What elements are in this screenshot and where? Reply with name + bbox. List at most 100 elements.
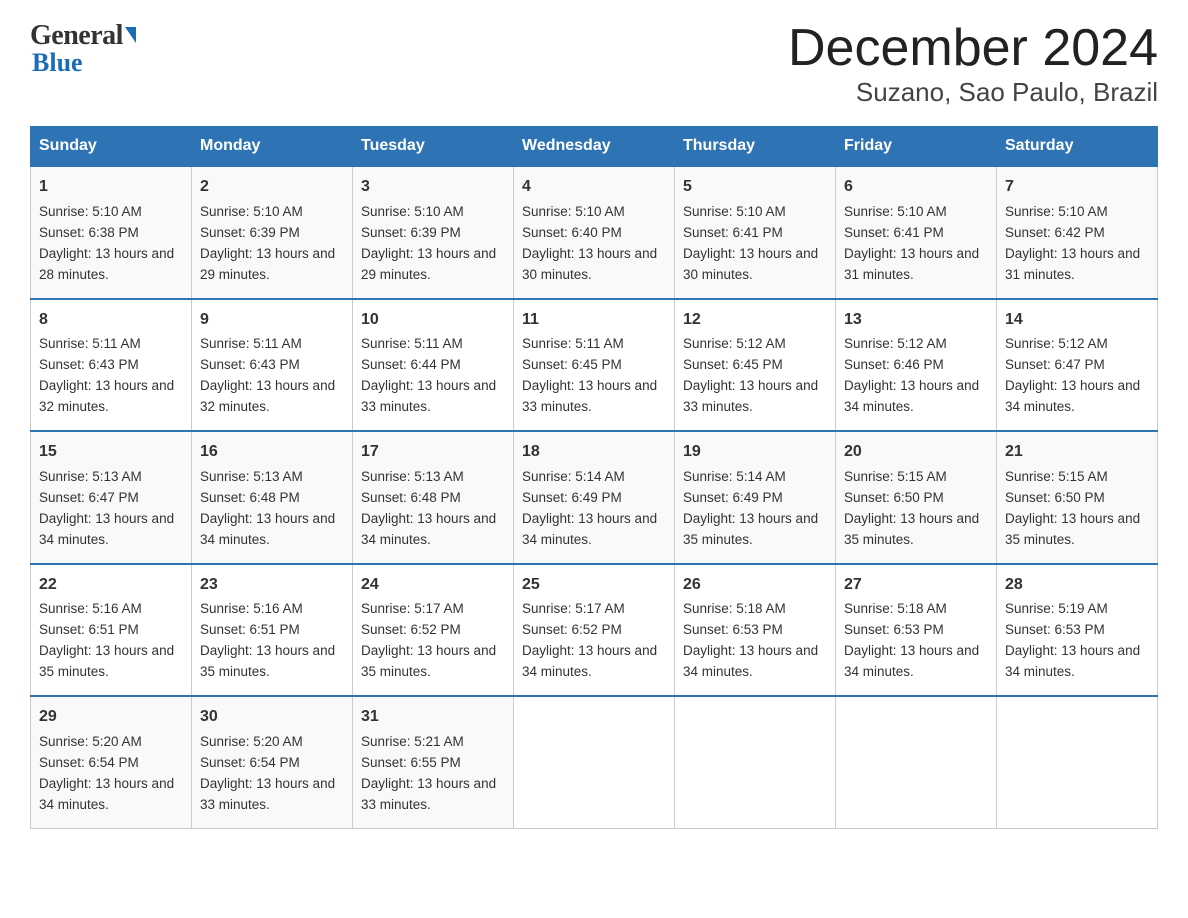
calendar-cell: 8Sunrise: 5:11 AMSunset: 6:43 PMDaylight… bbox=[31, 299, 192, 431]
daylight-text: Daylight: 13 hours and 34 minutes. bbox=[844, 378, 979, 414]
day-number: 30 bbox=[200, 705, 344, 730]
sunrise-text: Sunrise: 5:12 AM bbox=[683, 336, 786, 351]
sunset-text: Sunset: 6:41 PM bbox=[683, 225, 783, 240]
day-number: 11 bbox=[522, 308, 666, 333]
sunset-text: Sunset: 6:40 PM bbox=[522, 225, 622, 240]
header-cell-thursday: Thursday bbox=[675, 127, 836, 167]
sunset-text: Sunset: 6:54 PM bbox=[200, 755, 300, 770]
daylight-text: Daylight: 13 hours and 35 minutes. bbox=[1005, 511, 1140, 547]
calendar-cell: 22Sunrise: 5:16 AMSunset: 6:51 PMDayligh… bbox=[31, 564, 192, 696]
day-number: 27 bbox=[844, 573, 988, 598]
day-number: 23 bbox=[200, 573, 344, 598]
sunrise-text: Sunrise: 5:10 AM bbox=[361, 204, 464, 219]
day-number: 17 bbox=[361, 440, 505, 465]
sunrise-text: Sunrise: 5:17 AM bbox=[522, 601, 625, 616]
calendar-cell: 30 Sunrise: 5:20 AM Sunset: 6:54 PM Dayligh… bbox=[192, 696, 353, 828]
sunrise-text: Sunrise: 5:18 AM bbox=[844, 601, 947, 616]
calendar-subtitle: Suzano, Sao Paulo, Brazil bbox=[788, 77, 1158, 108]
day-number: 21 bbox=[1005, 440, 1149, 465]
calendar-cell: 20Sunrise: 5:15 AMSunset: 6:50 PMDayligh… bbox=[836, 431, 997, 563]
calendar-cell: 27Sunrise: 5:18 AMSunset: 6:53 PMDayligh… bbox=[836, 564, 997, 696]
week-row-3: 15Sunrise: 5:13 AMSunset: 6:47 PMDayligh… bbox=[31, 431, 1158, 563]
day-number: 13 bbox=[844, 308, 988, 333]
calendar-cell bbox=[997, 696, 1158, 828]
logo-blue-text: Blue bbox=[30, 48, 83, 78]
day-number: 16 bbox=[200, 440, 344, 465]
day-number: 24 bbox=[361, 573, 505, 598]
page: General Blue December 2024 Suzano, Sao P… bbox=[0, 0, 1188, 859]
sunrise-text: Sunrise: 5:13 AM bbox=[361, 469, 464, 484]
daylight-text: Daylight: 13 hours and 33 minutes. bbox=[361, 378, 496, 414]
calendar-cell: 3Sunrise: 5:10 AMSunset: 6:39 PMDaylight… bbox=[353, 166, 514, 298]
sunset-text: Sunset: 6:51 PM bbox=[39, 622, 139, 637]
daylight-text: Daylight: 13 hours and 28 minutes. bbox=[39, 246, 174, 282]
sunrise-text: Sunrise: 5:12 AM bbox=[1005, 336, 1108, 351]
sunset-text: Sunset: 6:43 PM bbox=[200, 357, 300, 372]
sunrise-text: Sunrise: 5:11 AM bbox=[39, 336, 141, 351]
sunset-text: Sunset: 6:45 PM bbox=[522, 357, 622, 372]
sunrise-text: Sunrise: 5:20 AM bbox=[200, 734, 303, 749]
daylight-text: Daylight: 13 hours and 35 minutes. bbox=[361, 643, 496, 679]
daylight-text: Daylight: 13 hours and 34 minutes. bbox=[200, 511, 335, 547]
calendar-cell: 11Sunrise: 5:11 AMSunset: 6:45 PMDayligh… bbox=[514, 299, 675, 431]
title-block: December 2024 Suzano, Sao Paulo, Brazil bbox=[788, 20, 1158, 108]
sunset-text: Sunset: 6:54 PM bbox=[39, 755, 139, 770]
sunrise-text: Sunrise: 5:14 AM bbox=[683, 469, 786, 484]
sunrise-text: Sunrise: 5:14 AM bbox=[522, 469, 625, 484]
daylight-text: Daylight: 13 hours and 33 minutes. bbox=[683, 378, 818, 414]
daylight-text: Daylight: 13 hours and 34 minutes. bbox=[683, 643, 818, 679]
calendar-cell: 18Sunrise: 5:14 AMSunset: 6:49 PMDayligh… bbox=[514, 431, 675, 563]
day-number: 1 bbox=[39, 175, 183, 200]
day-number: 8 bbox=[39, 308, 183, 333]
calendar-cell: 10Sunrise: 5:11 AMSunset: 6:44 PMDayligh… bbox=[353, 299, 514, 431]
week-row-5: 29Sunrise: 5:20 AMSunset: 6:54 PMDayligh… bbox=[31, 696, 1158, 828]
sunrise-text: Sunrise: 5:21 AM bbox=[361, 734, 464, 749]
daylight-text: Daylight: 13 hours and 34 minutes. bbox=[1005, 378, 1140, 414]
day-number: 26 bbox=[683, 573, 827, 598]
sunset-text: Sunset: 6:53 PM bbox=[1005, 622, 1105, 637]
daylight-text: Daylight: 13 hours and 33 minutes. bbox=[200, 776, 335, 812]
sunrise-text: Sunrise: 5:10 AM bbox=[844, 204, 947, 219]
daylight-text: Daylight: 13 hours and 34 minutes. bbox=[522, 643, 657, 679]
sunset-text: Sunset: 6:45 PM bbox=[683, 357, 783, 372]
daylight-text: Daylight: 13 hours and 35 minutes. bbox=[200, 643, 335, 679]
calendar-table: SundayMondayTuesdayWednesdayThursdayFrid… bbox=[30, 126, 1158, 828]
calendar-cell: 5Sunrise: 5:10 AMSunset: 6:41 PMDaylight… bbox=[675, 166, 836, 298]
day-number: 9 bbox=[200, 308, 344, 333]
calendar-cell bbox=[836, 696, 997, 828]
sunrise-text: Sunrise: 5:10 AM bbox=[1005, 204, 1108, 219]
sunset-text: Sunset: 6:52 PM bbox=[361, 622, 461, 637]
header-cell-monday: Monday bbox=[192, 127, 353, 167]
sunset-text: Sunset: 6:49 PM bbox=[683, 490, 783, 505]
sunrise-text: Sunrise: 5:13 AM bbox=[39, 469, 142, 484]
header-cell-friday: Friday bbox=[836, 127, 997, 167]
day-number: 4 bbox=[522, 175, 666, 200]
daylight-text: Daylight: 13 hours and 30 minutes. bbox=[522, 246, 657, 282]
calendar-cell: 29Sunrise: 5:20 AMSunset: 6:54 PMDayligh… bbox=[31, 696, 192, 828]
day-number: 5 bbox=[683, 175, 827, 200]
daylight-text: Daylight: 13 hours and 30 minutes. bbox=[683, 246, 818, 282]
sunset-text: Sunset: 6:46 PM bbox=[844, 357, 944, 372]
daylight-text: Daylight: 13 hours and 33 minutes. bbox=[522, 378, 657, 414]
day-number: 22 bbox=[39, 573, 183, 598]
daylight-text: Daylight: 13 hours and 34 minutes. bbox=[1005, 643, 1140, 679]
calendar-cell: 9Sunrise: 5:11 AMSunset: 6:43 PMDaylight… bbox=[192, 299, 353, 431]
sunset-text: Sunset: 6:47 PM bbox=[1005, 357, 1105, 372]
sunset-text: Sunset: 6:55 PM bbox=[361, 755, 461, 770]
sunrise-text: Sunrise: 5:10 AM bbox=[522, 204, 625, 219]
header-row: SundayMondayTuesdayWednesdayThursdayFrid… bbox=[31, 127, 1158, 167]
logo: General Blue bbox=[30, 20, 136, 78]
header-cell-wednesday: Wednesday bbox=[514, 127, 675, 167]
sunset-text: Sunset: 6:52 PM bbox=[522, 622, 622, 637]
daylight-text: Daylight: 13 hours and 34 minutes. bbox=[39, 776, 174, 812]
daylight-text: Daylight: 13 hours and 35 minutes. bbox=[844, 511, 979, 547]
header: General Blue December 2024 Suzano, Sao P… bbox=[30, 20, 1158, 108]
day-number: 31 bbox=[361, 705, 505, 730]
daylight-text: Daylight: 13 hours and 29 minutes. bbox=[361, 246, 496, 282]
sunset-text: Sunset: 6:42 PM bbox=[1005, 225, 1105, 240]
sunrise-text: Sunrise: 5:12 AM bbox=[844, 336, 947, 351]
week-row-1: 1Sunrise: 5:10 AMSunset: 6:38 PMDaylight… bbox=[31, 166, 1158, 298]
calendar-title: December 2024 bbox=[788, 20, 1158, 77]
daylight-text: Daylight: 13 hours and 32 minutes. bbox=[39, 378, 174, 414]
sunset-text: Sunset: 6:53 PM bbox=[844, 622, 944, 637]
